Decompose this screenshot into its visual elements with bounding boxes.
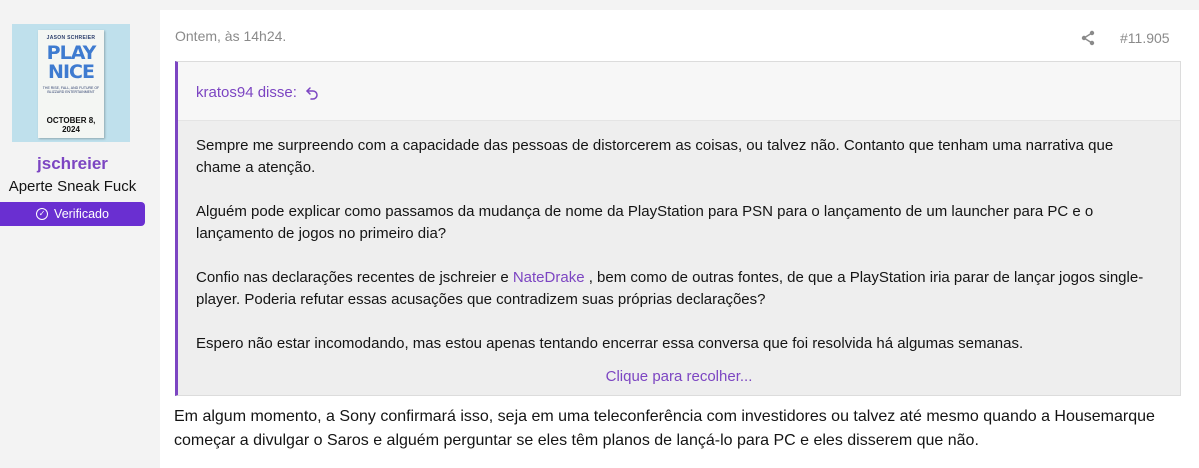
quote-paragraph: Sempre me surpreendo com a capacidade da…	[196, 137, 1114, 176]
username-link[interactable]: jschreier	[0, 154, 145, 174]
user-panel: JASON SCHREIER PLAY NICE THE RISE, FALL,…	[0, 0, 160, 468]
quote-paragraph: Espero não estar incomodando, mas estou …	[196, 335, 1024, 352]
verified-badge: ✓ Verificado	[0, 202, 145, 226]
avatar[interactable]: JASON SCHREIER PLAY NICE THE RISE, FALL,…	[12, 24, 130, 142]
quote-header: kratos94 disse:	[178, 62, 1180, 121]
avatar-book-subtitle: THE RISE, FALL, AND FUTURE OF BLIZZARD E…	[42, 86, 100, 94]
quote-content: Sempre me surpreendo com a capacidade da…	[178, 121, 1180, 355]
check-circle-icon: ✓	[36, 208, 49, 220]
quote-author-link[interactable]: kratos94 disse:	[196, 84, 297, 101]
quote-paragraph: Alguém pode explicar como passamos da mu…	[196, 203, 1094, 242]
collapse-quote-link[interactable]: Clique para recolher...	[178, 368, 1180, 385]
post-body-text: Em algum momento, a Sony confirmará isso…	[174, 408, 1155, 449]
avatar-book-date: OCTOBER 8, 2024	[46, 116, 96, 134]
user-title: Aperte Sneak Fuck	[8, 178, 137, 195]
verified-badge-label: Verificado	[54, 207, 109, 221]
post-number-link[interactable]: #11.905	[1120, 30, 1170, 46]
quote-text: Confio nas declarações recentes de jschr…	[196, 269, 513, 286]
post: Ontem, às 14h24. #11.905 kratos94 disse:…	[160, 10, 1199, 468]
reply-arrow-icon[interactable]	[305, 86, 319, 100]
quote-paragraph: Confio nas declarações recentes de jschr…	[196, 267, 1150, 311]
quote-block: kratos94 disse: Sempre me surpreendo com…	[175, 61, 1181, 396]
avatar-book-author: JASON SCHREIER	[46, 35, 96, 41]
avatar-book-title: PLAY NICE	[38, 44, 104, 82]
avatar-book-cover: JASON SCHREIER PLAY NICE THE RISE, FALL,…	[38, 30, 104, 138]
mention-link[interactable]: NateDrake	[513, 269, 585, 286]
post-date-link[interactable]: Ontem, às 14h24.	[175, 28, 286, 44]
avatar-book-title-line2: NICE	[48, 61, 95, 83]
share-icon[interactable]	[1080, 30, 1096, 46]
